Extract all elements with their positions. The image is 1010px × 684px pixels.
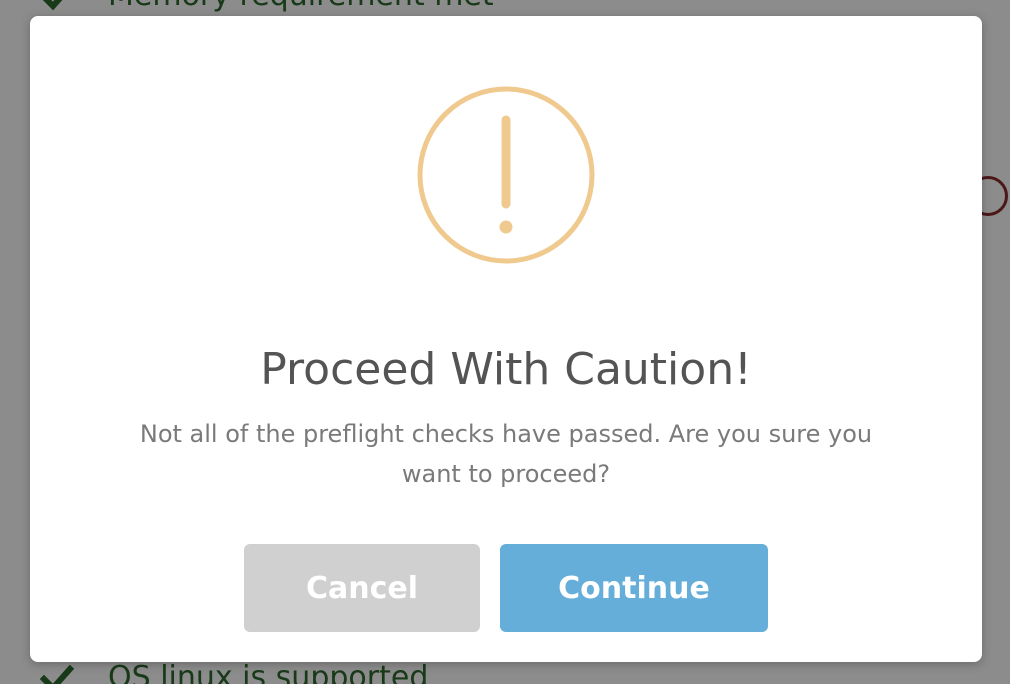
caution-dialog: Proceed With Caution! Not all of the pre…	[30, 16, 982, 662]
dialog-message: Not all of the preflight checks have pas…	[139, 420, 873, 488]
cancel-button[interactable]: Cancel	[244, 544, 480, 632]
dialog-title: Proceed With Caution!	[260, 344, 752, 395]
continue-button[interactable]: Continue	[500, 544, 768, 632]
warning-exclamation-icon	[417, 86, 595, 264]
